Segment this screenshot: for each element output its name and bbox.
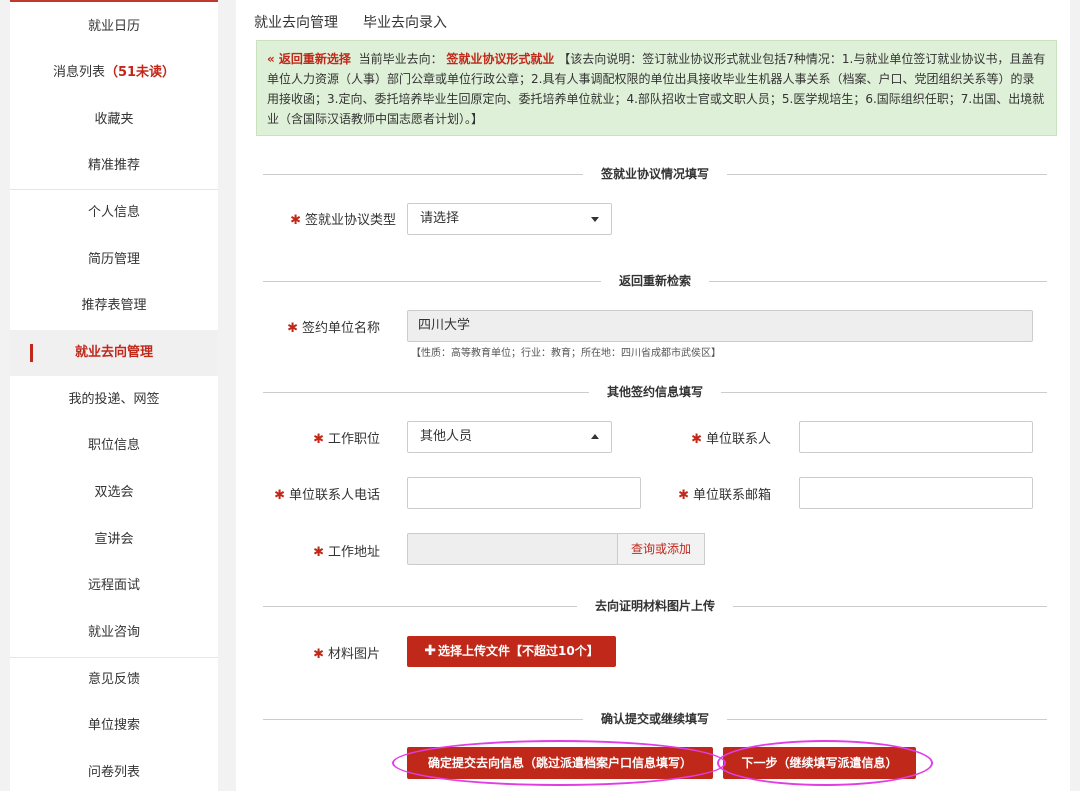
contact-email-label: ✱ 单位联系邮箱: [678, 488, 771, 503]
sidebar-item-label: 个人信息: [87, 205, 140, 220]
contact-email-field[interactable]: [799, 477, 1033, 509]
section-title-upload: 去向证明材料图片上传: [263, 597, 1047, 617]
agreement-type-label: ✱ 签就业协议类型: [290, 213, 396, 228]
sidebar-item-label: 单位搜索: [87, 718, 140, 733]
query-or-add-address-button[interactable]: 查询或添加: [617, 533, 705, 565]
chevron-down-icon: [591, 217, 599, 222]
job-position-select[interactable]: 其他人员: [407, 421, 612, 453]
section-title-other: 其他签约信息填写: [263, 383, 1047, 403]
contact-phone-field[interactable]: [407, 477, 641, 509]
sidebar-item-personal-info[interactable]: 个人信息: [10, 190, 218, 236]
sidebar-item-calendar[interactable]: 就业日历: [10, 4, 218, 50]
sidebar-item-label: 简历管理: [87, 252, 140, 267]
page: 就业日历 消息列表（51未读） 收藏夹 精准推荐 个人信息 简历管理 推荐表管理…: [0, 0, 1080, 791]
current-destination-label: 当前毕业去向：: [358, 52, 443, 66]
sidebar-item-consult[interactable]: 就业咨询: [10, 610, 218, 656]
sidebar-item-unit-search[interactable]: 单位搜索: [10, 703, 218, 749]
tab-employment-destination[interactable]: 就业去向管理: [254, 12, 338, 40]
section-title-confirm: 确认提交或继续填写: [263, 710, 1047, 730]
destination-notice: « 返回重新选择 当前毕业去向： 签就业协议形式就业 【该去向说明：签订就业协议…: [256, 40, 1057, 136]
chevron-up-icon: [591, 434, 599, 439]
sidebar-item-label: 我的投递、网签: [68, 392, 160, 407]
sidebar-item-resume[interactable]: 简历管理: [10, 237, 218, 283]
material-images-label: ✱ 材料图片: [313, 647, 380, 662]
sidebar-item-label: 双选会: [94, 485, 134, 500]
unit-name-field[interactable]: 四川大学: [407, 310, 1033, 342]
sidebar-item-label: 职位信息: [87, 438, 140, 453]
sidebar-item-label: 意见反馈: [87, 672, 140, 687]
plus-icon: ✚: [424, 643, 437, 659]
sidebar-item-recommend[interactable]: 精准推荐: [10, 143, 218, 189]
sidebar-item-job-fair[interactable]: 双选会: [10, 470, 218, 516]
contact-person-field[interactable]: [799, 421, 1033, 453]
unit-info-hint: 【性质：高等教育单位；行业：教育；所在地：四川省成都市武侯区】: [411, 348, 721, 359]
main-content: 就业去向管理 毕业去向录入 « 返回重新选择 当前毕业去向： 签就业协议形式就业…: [236, 0, 1070, 791]
tab-destination-entry[interactable]: 毕业去向录入: [363, 12, 447, 42]
contact-person-label: ✱ 单位联系人: [691, 432, 771, 447]
sidebar: 就业日历 消息列表（51未读） 收藏夹 精准推荐 个人信息 简历管理 推荐表管理…: [10, 0, 218, 791]
sidebar-item-feedback[interactable]: 意见反馈: [10, 657, 218, 703]
sidebar-item-presentation[interactable]: 宣讲会: [10, 517, 218, 563]
sidebar-item-label: 精准推荐: [87, 158, 140, 173]
sidebar-item-employment-destination[interactable]: 就业去向管理: [10, 330, 218, 376]
sidebar-item-label: 宣讲会: [94, 532, 134, 547]
sidebar-item-remote-interview[interactable]: 远程面试: [10, 563, 218, 609]
submit-destination-button[interactable]: 确定提交去向信息（跳过派遣档案户口信息填写）: [407, 747, 713, 779]
sidebar-item-jobs[interactable]: 职位信息: [10, 423, 218, 469]
sidebar-item-label: 就业日历: [87, 19, 140, 34]
unit-name-label: ✱ 签约单位名称: [287, 321, 380, 336]
sidebar-item-applications[interactable]: 我的投递、网签: [10, 377, 218, 423]
section-title-research: 返回重新检索: [263, 272, 1047, 292]
sidebar-item-recommend-form[interactable]: 推荐表管理: [10, 283, 218, 329]
sidebar-item-label: 问卷列表: [87, 765, 140, 780]
sidebar-item-label: 消息列表: [52, 65, 105, 80]
back-reselect-link[interactable]: « 返回重新选择: [267, 52, 351, 66]
sidebar-item-label: 推荐表管理: [81, 298, 147, 313]
contact-phone-label: ✱ 单位联系人电话: [274, 488, 380, 503]
next-step-button[interactable]: 下一步（继续填写派遣信息）: [723, 747, 916, 779]
sidebar-item-survey[interactable]: 问卷列表: [10, 750, 218, 791]
job-position-label: ✱ 工作职位: [313, 432, 380, 447]
sidebar-item-label: 收藏夹: [94, 112, 134, 127]
work-address-label: ✱ 工作地址: [313, 545, 380, 560]
sidebar-item-label: 远程面试: [87, 578, 140, 593]
work-address-field[interactable]: [407, 533, 618, 565]
upload-files-button[interactable]: ✚ 选择上传文件【不超过10个】: [407, 636, 616, 667]
unread-count-badge: （51未读）: [104, 65, 176, 80]
current-destination-value: 签就业协议形式就业: [446, 52, 555, 66]
sidebar-item-favorites[interactable]: 收藏夹: [10, 97, 218, 143]
section-title-agreement: 签就业协议情况填写: [263, 165, 1047, 185]
agreement-type-select[interactable]: 请选择: [407, 203, 612, 235]
sidebar-item-messages[interactable]: 消息列表（51未读）: [10, 50, 218, 96]
sidebar-item-label: 就业咨询: [87, 625, 140, 640]
tab-bar: 就业去向管理 毕业去向录入: [236, 0, 1070, 42]
sidebar-item-label: 就业去向管理: [74, 345, 153, 360]
